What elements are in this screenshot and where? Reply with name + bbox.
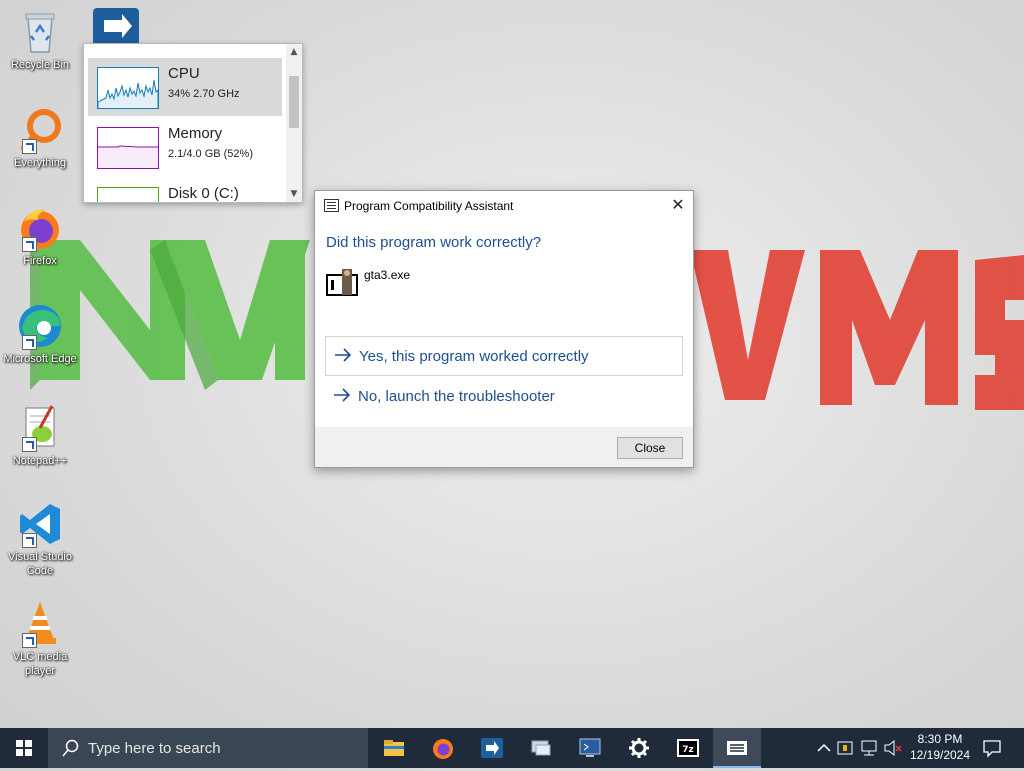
taskbar-app[interactable] xyxy=(468,728,516,768)
taskbar-file-explorer[interactable] xyxy=(370,728,418,768)
search-icon xyxy=(62,739,79,757)
perf-scrollbar[interactable]: ▲ ▼ xyxy=(286,44,302,202)
desktop-icon-notepadpp[interactable]: Notepad++ xyxy=(2,404,78,468)
firefox-icon xyxy=(433,739,453,759)
dialog-footer: Close xyxy=(315,427,693,467)
dialog-title: Program Compatibility Assistant xyxy=(344,199,514,213)
shortcut-arrow-icon xyxy=(22,335,37,350)
clock-time: 8:30 PM xyxy=(917,732,963,746)
perf-item-cpu[interactable]: CPU 34% 2.70 GHz xyxy=(88,58,282,116)
performance-flyout: CPU 34% 2.70 GHz Memory 2.1/4.0 GB (52%)… xyxy=(83,43,303,203)
tray-alert[interactable] xyxy=(836,728,856,768)
option-no-button[interactable]: No, launch the troubleshooter xyxy=(325,377,681,415)
taskbar: Type here to search 7z 8:30 PM 12/19/202… xyxy=(0,728,1024,768)
start-button[interactable] xyxy=(0,728,48,768)
option-yes-button[interactable]: Yes, this program worked correctly xyxy=(325,336,683,376)
scroll-down-icon[interactable]: ▼ xyxy=(286,186,302,202)
svg-text:7z: 7z xyxy=(682,745,694,755)
everything-icon xyxy=(16,106,64,154)
taskbar-network[interactable] xyxy=(517,728,565,768)
perf-item-disk[interactable]: Disk 0 (C:) xyxy=(88,178,282,202)
notification-icon xyxy=(983,740,1001,758)
taskbar-terminal[interactable] xyxy=(566,728,614,768)
dialog-app-icon xyxy=(324,199,339,212)
perf-item-memory[interactable]: Memory 2.1/4.0 GB (52%) xyxy=(88,118,282,176)
firefox-icon xyxy=(16,204,64,252)
shortcut-arrow-icon xyxy=(22,437,37,452)
network-status-icon xyxy=(861,740,877,756)
compat-assistant-icon xyxy=(727,741,747,755)
search-box[interactable]: Type here to search xyxy=(48,728,368,768)
taskbar-7zip[interactable]: 7z xyxy=(664,728,712,768)
arrow-right-icon xyxy=(335,348,352,362)
arrow-right-icon xyxy=(334,388,351,402)
file-explorer-icon xyxy=(384,740,404,756)
7zip-icon: 7z xyxy=(677,739,699,757)
scroll-up-icon[interactable]: ▲ xyxy=(286,44,302,60)
taskbar-compat-assistant[interactable] xyxy=(713,728,761,768)
clock[interactable]: 8:30 PM 12/19/2024 xyxy=(900,731,980,763)
shortcut-arrow-icon xyxy=(22,533,37,548)
search-placeholder: Type here to search xyxy=(88,740,221,757)
desktop-icon-vlc[interactable]: VLC media player xyxy=(2,600,78,678)
dialog-titlebar[interactable]: Program Compatibility Assistant ✕ xyxy=(315,191,693,221)
recycle-bin-icon xyxy=(16,8,64,56)
notification-center[interactable] xyxy=(980,728,1004,768)
app-icon xyxy=(481,738,503,758)
disk-graph xyxy=(97,187,159,202)
memory-graph xyxy=(97,127,159,169)
compatibility-dialog: Program Compatibility Assistant ✕ Did th… xyxy=(314,190,694,468)
clock-date: 12/19/2024 xyxy=(909,748,971,762)
desktop-icon-edge[interactable]: Microsoft Edge xyxy=(2,302,78,366)
desktop-icon-recycle-bin[interactable]: Recycle Bin xyxy=(2,8,78,72)
close-button[interactable]: Close xyxy=(617,437,683,459)
desktop-icon-firefox[interactable]: Firefox xyxy=(2,204,78,268)
network-icon xyxy=(531,740,551,756)
edge-icon xyxy=(16,302,64,350)
notepadpp-icon xyxy=(16,404,64,452)
alert-icon xyxy=(837,741,853,755)
program-name: gta3.exe xyxy=(364,268,411,282)
shortcut-arrow-icon xyxy=(22,139,37,154)
vscode-icon xyxy=(16,500,64,548)
app-icon xyxy=(93,8,139,46)
windows-logo-icon xyxy=(16,740,32,756)
desktop-icon-vscode[interactable]: Visual Studio Code xyxy=(2,500,78,578)
vlc-icon xyxy=(16,600,64,648)
shortcut-arrow-icon xyxy=(22,237,37,252)
scroll-thumb[interactable] xyxy=(289,76,299,128)
chevron-up-icon xyxy=(817,743,831,752)
tray-network[interactable] xyxy=(858,728,882,768)
program-icon xyxy=(326,267,358,299)
settings-icon xyxy=(629,738,649,758)
close-icon[interactable]: ✕ xyxy=(663,191,693,221)
taskbar-settings[interactable] xyxy=(615,728,663,768)
shortcut-arrow-icon xyxy=(22,633,37,648)
desktop-icon-everything[interactable]: Everything xyxy=(2,106,78,170)
tray-overflow[interactable] xyxy=(812,728,836,768)
taskbar-firefox[interactable] xyxy=(419,728,467,768)
cpu-graph xyxy=(97,67,159,109)
desktop-icon-partial[interactable] xyxy=(92,6,140,46)
desktop: Recycle Bin Everything Firefox Microsoft… xyxy=(0,0,1024,728)
terminal-icon xyxy=(579,738,601,757)
dialog-heading: Did this program work correctly? xyxy=(326,234,542,251)
